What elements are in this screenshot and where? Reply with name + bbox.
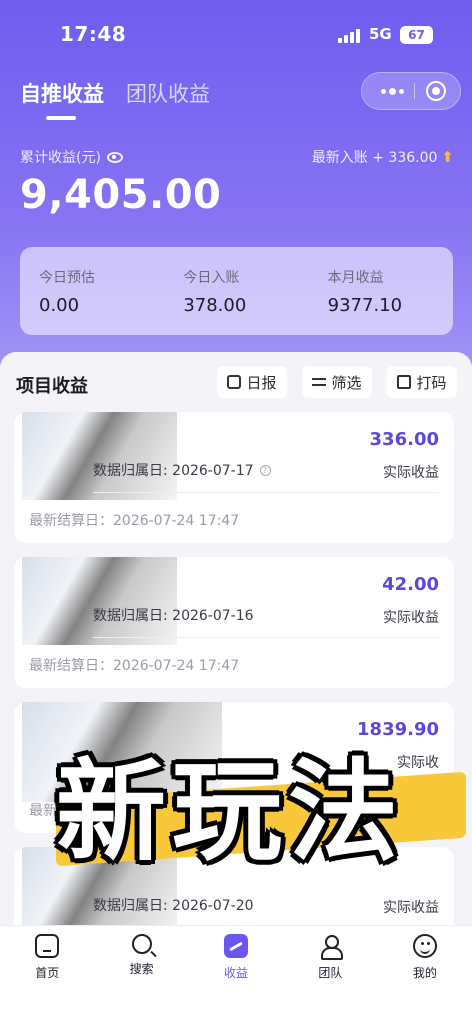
card-divider [93, 492, 439, 493]
network-type: 5G [369, 25, 392, 43]
section-title: 项目收益 [16, 376, 88, 397]
bottom-nav: 首页 搜索 收益 团队 我的 [0, 925, 472, 1024]
nav-home[interactable]: 首页 [0, 926, 94, 1024]
miniprogram-capsule [361, 72, 461, 110]
total-label-text: 累计收益(元) [20, 150, 101, 166]
promo-overlay-text: 新玩法 [56, 748, 404, 876]
card-date-text: 数据归属日: 2026-07-16 [93, 608, 254, 624]
card-date-text: 数据归属日: 2026-07-17 [93, 463, 254, 479]
nav-label: 我的 [412, 966, 437, 980]
team-icon [318, 934, 344, 960]
nav-income[interactable]: 收益 [189, 926, 283, 1024]
card-settle-date: 最新结算日：2026-07-24 17:47 [29, 658, 240, 674]
search-icon [131, 934, 152, 954]
stat-label: 本月收益 [327, 270, 384, 286]
stats-card: 今日预估 0.00 今日入账 378.00 本月收益 9377.10 [20, 247, 453, 335]
eye-icon[interactable] [106, 151, 123, 163]
status-time: 17:48 [60, 22, 127, 46]
promo-overlay: 新玩法 [46, 722, 466, 876]
signal-icon [338, 27, 362, 43]
total-income-label: 累计收益(元) [20, 147, 123, 167]
status-bar: 17:48 5G 67 [0, 0, 472, 64]
stat-month-income: 本月收益 9377.10 [309, 247, 453, 335]
latest-credit: 最新入账 + 336.00 ⬆ [312, 147, 454, 167]
card-amount-label: 实际收益 [383, 465, 439, 481]
stat-label: 今日入账 [183, 270, 240, 286]
income-card[interactable]: 336.00 数据归属日: 2026-07-17 ? 实际收益 最新结算日：20… [14, 412, 454, 543]
total-income-amount: 9,405.00 [20, 172, 222, 218]
home-icon [35, 934, 60, 958]
filter-icon [312, 375, 327, 389]
close-miniprogram-icon[interactable] [426, 81, 446, 101]
daily-report-label: 日报 [246, 373, 277, 392]
card-settle-date: 最新结算日：2026-07-24 17:47 [29, 513, 240, 529]
nav-label: 收益 [224, 966, 249, 980]
income-card[interactable]: 42.00 数据归属日: 2026-07-16 实际收益 最新结算日：2026-… [14, 557, 454, 688]
latest-credit-text: 最新入账 + 336.00 [311, 150, 438, 166]
filter-button[interactable]: 筛选 [302, 366, 372, 398]
mask-label: 打码 [416, 373, 447, 392]
card-date: 数据归属日: 2026-07-20 [93, 895, 254, 915]
card-amount-label: 实际收益 [383, 900, 439, 916]
filter-label: 筛选 [331, 373, 362, 392]
nav-profile[interactable]: 我的 [378, 926, 472, 1024]
capsule-divider [414, 83, 415, 99]
income-tabs: 自推收益 团队收益 [20, 78, 210, 124]
calendar-icon [227, 375, 242, 389]
nav-team[interactable]: 团队 [283, 926, 377, 1024]
battery-icon: 67 [400, 26, 433, 44]
tab-team-income[interactable]: 团队收益 [126, 78, 210, 124]
profile-icon [412, 934, 437, 958]
nav-label: 搜索 [129, 962, 154, 976]
stat-value: 378.00 [183, 295, 247, 316]
daily-report-button[interactable]: 日报 [217, 366, 287, 398]
card-date-text: 数据归属日: 2026-07-20 [93, 898, 254, 914]
arrow-up-icon: ⬆ [441, 148, 454, 166]
card-amount-label: 实际收益 [383, 610, 439, 626]
card-amount: 336.00 [369, 429, 439, 450]
stat-today-estimate: 今日预估 0.00 [20, 247, 164, 335]
card-divider [93, 637, 439, 638]
tab-self-income[interactable]: 自推收益 [20, 78, 104, 124]
mask-button[interactable]: 打码 [387, 366, 457, 398]
income-icon [224, 934, 249, 958]
card-date: 数据归属日: 2026-07-16 [93, 605, 254, 625]
stat-today-credited: 今日入账 378.00 [164, 247, 308, 335]
nav-label: 团队 [318, 966, 343, 980]
stat-label: 今日预估 [39, 270, 95, 286]
more-options-icon[interactable] [372, 73, 412, 109]
card-amount: 42.00 [382, 574, 439, 595]
stat-value: 0.00 [39, 295, 80, 316]
project-thumbnail [22, 412, 177, 500]
nav-label: 首页 [35, 966, 60, 980]
help-icon[interactable]: ? [259, 464, 271, 476]
project-thumbnail [22, 557, 177, 645]
nav-search[interactable]: 搜索 [94, 926, 188, 1024]
stat-value: 9377.10 [327, 295, 403, 316]
mask-icon [397, 375, 412, 389]
card-date: 数据归属日: 2026-07-17 ? [93, 460, 271, 480]
